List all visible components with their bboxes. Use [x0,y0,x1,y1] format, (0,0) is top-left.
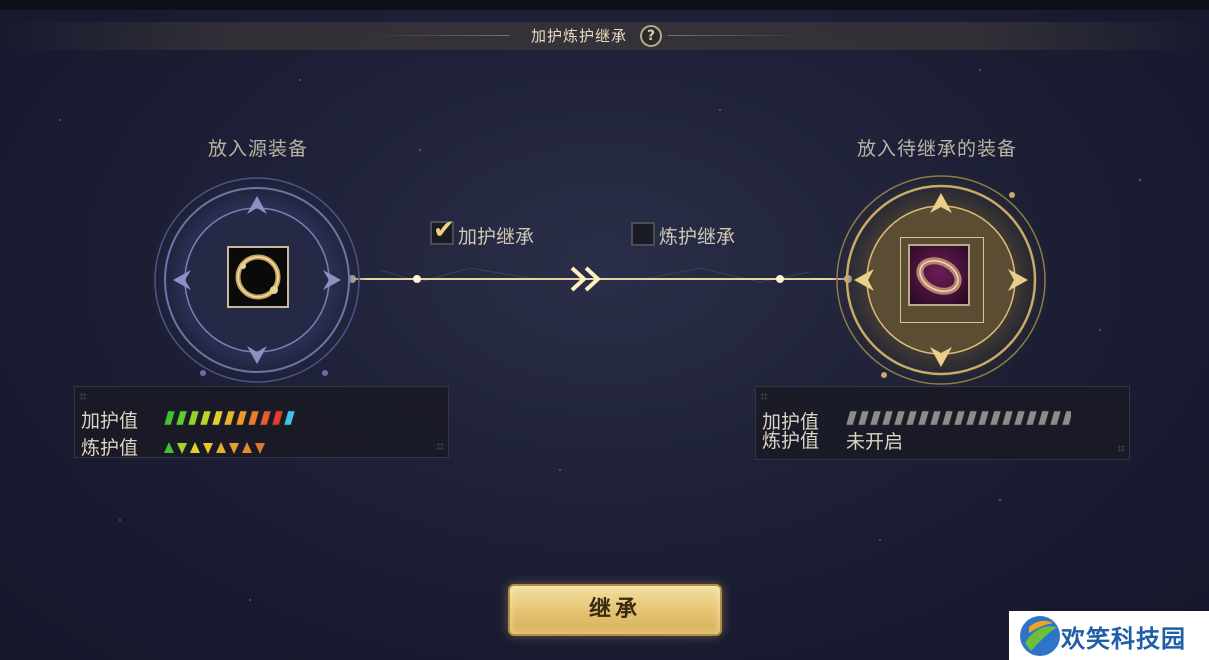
level-bar-segment [1001,410,1014,426]
page-title: 加护炼护继承 [530,27,627,45]
target-lianhu-value: 未开启 [846,431,904,453]
corner-ornament-icon: ⌗ [436,439,444,455]
inherit-button[interactable]: 继承 [508,584,722,636]
refine-triangle-segment [190,442,200,453]
level-bar-segment [271,410,284,426]
refine-triangle-segment [242,442,252,453]
level-bar-segment [881,410,894,426]
watermark-logo: 欢笑科技园 [1009,611,1209,660]
watermark-text: 欢笑科技园 [1061,625,1186,653]
source-slot-label: 放入源装备 [208,138,309,160]
level-bar-segment [905,410,918,426]
source-jiahu-label: 加护值 [81,410,139,432]
jiahu-inherit-label: 加护继承 [458,226,535,248]
level-bar-segment [283,410,296,426]
jiahu-inherit-checkbox[interactable]: ✔ [430,217,455,245]
level-bar-segment [1061,410,1071,426]
corner-ornament-icon: ⌗ [760,389,768,405]
level-bar-segment [187,410,200,426]
level-bar-segment [869,410,882,426]
level-bar-segment [953,410,966,426]
ring-item-icon [235,254,281,300]
level-bar-segment [247,410,260,426]
level-bar-segment [211,410,224,426]
corner-ornament-icon: ⌗ [1117,441,1125,457]
source-item-slot[interactable] [227,246,289,308]
level-bar-segment [1037,410,1050,426]
level-bar-segment [223,410,236,426]
target-slot-label: 放入待继承的装备 [857,138,1018,160]
refine-triangle-segment [164,442,174,453]
refine-triangle-segment [229,443,239,454]
level-bar-segment [929,410,942,426]
refine-triangle-segment [203,443,213,454]
top-bar [0,0,1209,10]
checkmark-icon: ✔ [433,215,455,245]
level-bar-segment [893,410,906,426]
target-item-slot[interactable] [908,244,970,306]
level-bar-segment [1049,410,1062,426]
level-bar-segment [989,410,1002,426]
title-line-right [668,35,808,36]
refine-triangle-segment [255,443,265,454]
level-bar-segment [977,410,990,426]
logo-icon [1020,616,1060,656]
level-bar-segment [164,410,176,426]
level-bar-segment [941,410,954,426]
level-bar-segment [965,410,978,426]
source-jiahu-bars [164,410,296,426]
level-bar-segment [235,410,248,426]
help-icon[interactable]: ? [640,25,662,47]
bracelet-item-icon [916,257,962,295]
level-bar-segment [846,410,858,426]
lianhu-inherit-label: 炼护继承 [659,226,736,248]
level-bar-segment [1025,410,1038,426]
refine-triangle-segment [216,442,226,453]
inherit-connector [348,266,852,292]
lianhu-inherit-checkbox[interactable] [631,222,655,246]
level-bar-segment [917,410,930,426]
level-bar-segment [199,410,212,426]
source-lianhu-triangles [164,442,265,454]
level-bar-segment [259,410,272,426]
level-bar-segment [857,410,870,426]
title-line-left [370,35,510,36]
source-lianhu-label: 炼护值 [81,437,139,459]
corner-ornament-icon: ⌗ [79,389,87,405]
refine-triangle-segment [177,443,187,454]
level-bar-segment [1013,410,1026,426]
level-bar-segment [175,410,188,426]
target-lianhu-label: 炼护值 [762,430,820,452]
